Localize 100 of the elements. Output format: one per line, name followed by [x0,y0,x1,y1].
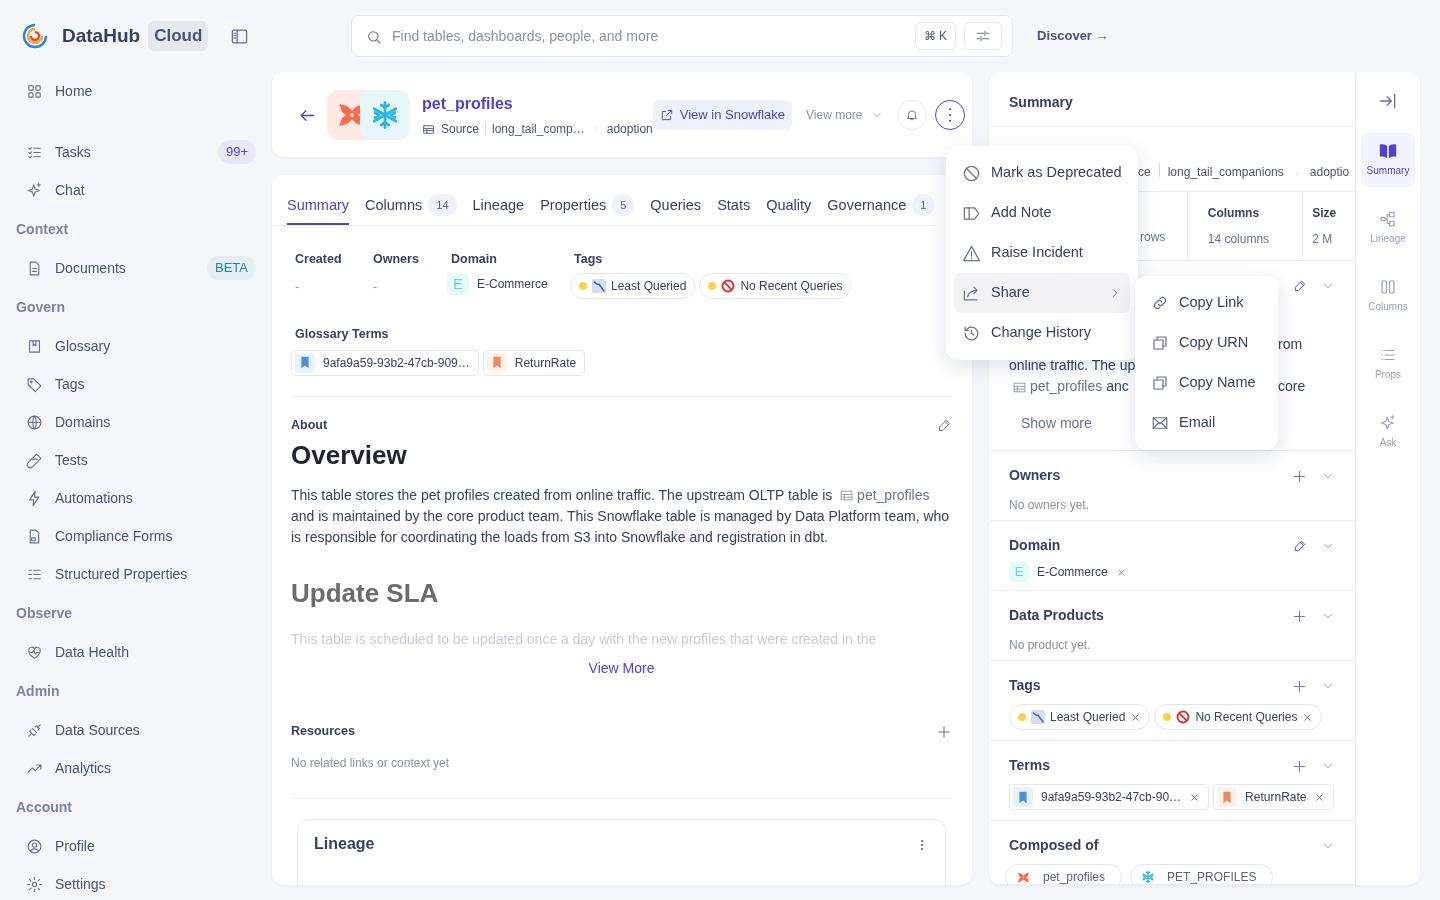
tab[interactable]: Properties 5 [540,187,635,225]
plug-icon [26,721,43,739]
table-link[interactable]: pet_profiles [1013,376,1107,397]
table-icon [840,490,854,502]
term-chip[interactable]: ReturnRate [1213,784,1335,810]
book-icon [1378,142,1398,161]
sidebar-item[interactable]: Glossary [16,327,256,365]
asset-name: PET_PROFILES [1167,869,1257,885]
domain-letter-icon: E [447,272,469,295]
field-label: Owners [373,251,420,268]
edition-badge: Cloud [148,21,209,51]
edit-icon[interactable] [1293,539,1307,554]
domain-name[interactable]: E-Commerce [1037,563,1108,581]
breadcrumb-link[interactable]: long_tail_comp… [492,119,585,138]
breadcrumb-link[interactable]: adoptio [1309,163,1350,181]
discover-link[interactable]: Discover → [1037,26,1109,46]
rail-tab[interactable]: Summary [1361,133,1415,188]
remove-icon[interactable] [1302,711,1314,723]
view-in-snowflake-button[interactable]: View in Snowflake [652,99,793,130]
tab[interactable]: Stats [717,187,751,225]
sidebar-item[interactable]: Tasks 99+ [16,133,256,171]
section-title: Data Products [1009,606,1104,625]
test-tube-icon [26,451,43,469]
stat-value: 2 M [1312,231,1334,248]
term-label: ReturnRate [1245,789,1307,806]
field-label: Tags [574,251,604,268]
menu-item[interactable]: Copy Name [1143,363,1270,403]
term-chip[interactable]: ReturnRate [482,349,586,376]
tab[interactable]: Quality [766,187,812,225]
field-label: Domain [451,251,498,268]
card-title: Lineage [314,833,375,854]
remove-icon[interactable] [1115,566,1127,578]
breadcrumb-link[interactable]: adoption [606,119,653,138]
term-chip[interactable]: 9afa9a59-93b2-47cb-90… [1009,784,1210,810]
copy-icon [1151,334,1169,352]
sidebar-item[interactable]: Settings [16,865,256,900]
edit-icon[interactable] [1293,279,1307,294]
bell-button[interactable] [896,99,927,130]
add-icon[interactable] [1292,678,1307,694]
entity-name[interactable]: pet_profiles [422,94,513,112]
sidebar-item[interactable]: Domains [16,403,256,441]
prohibited-icon [721,278,736,293]
menu-item[interactable]: Email [1143,403,1270,443]
sidebar-item[interactable]: Chat [16,171,256,209]
copy-icon [1151,374,1169,392]
menu-item[interactable]: Change History [954,313,1130,353]
sidebar-item[interactable]: Documents BETA [16,249,256,287]
mail-icon [1151,414,1169,432]
sidebar-section-label: Observe [16,603,74,623]
tag-dot [1163,713,1172,721]
sidebar-badge: BETA [207,256,256,280]
sidebar-item[interactable]: Data Health [16,633,256,671]
add-icon[interactable] [1292,608,1307,624]
sidebar-item[interactable]: Automations [16,479,256,517]
sidebar-item[interactable]: Structured Properties [16,555,256,593]
sidebar-item[interactable]: Tests [16,441,256,479]
prohibited-icon [1176,710,1191,724]
breadcrumb-link[interactable]: long_tail_companions [1167,163,1284,181]
sidebar-item[interactable]: Profile [16,827,256,865]
remove-icon[interactable] [1314,791,1326,803]
menu-item[interactable]: Copy URN [1143,323,1270,363]
sidebar-section-label: Account [16,797,73,817]
show-more-link[interactable]: Show more [1021,413,1092,434]
overview-heading: Overview [291,439,408,471]
tab[interactable]: Governance 1 [827,187,935,225]
sidebar-item[interactable]: Data Sources [16,711,256,749]
edit-icon[interactable] [937,418,952,434]
sidebar-item[interactable]: Home [16,72,256,110]
chart-down-icon [1031,710,1045,724]
update-sla-heading: Update SLA [291,577,440,609]
sidebar-section-label: Admin [16,681,61,701]
domain-name[interactable]: E-Commerce [477,274,548,293]
tab[interactable]: Columns 14 [365,187,457,225]
menu-item[interactable]: Share [954,273,1130,313]
add-icon[interactable] [1292,468,1307,484]
filter-button[interactable] [964,22,1002,50]
tag-label: No Recent Queries [740,277,843,295]
menu-item[interactable]: Copy Link [1143,283,1270,323]
add-icon[interactable] [1292,758,1307,774]
view-more-link[interactable]: View More [588,659,655,676]
search-field[interactable]: Find tables, dashboards, people, and more [390,24,907,48]
tab[interactable]: Summary [287,187,350,225]
more-button[interactable] [934,99,965,130]
tab[interactable]: Lineage [472,187,525,225]
search-bar[interactable]: Find tables, dashboards, people, and more ⌘ K [351,15,1013,57]
menu-item[interactable]: Mark as Deprecated [954,153,1130,193]
sliders-icon [975,28,991,44]
term-chip[interactable]: 9afa9a59-93b2-47cb-909… [291,349,479,376]
table-link[interactable]: pet_profiles [836,486,934,503]
remove-icon[interactable] [1189,791,1201,803]
remove-icon[interactable] [1130,711,1142,723]
sidebar-item[interactable]: Compliance Forms [16,517,256,555]
sidebar-item[interactable]: Tags [16,365,256,403]
section-label: Resources [291,723,355,740]
sidebar-item[interactable]: Analytics [16,749,256,787]
stat-value: rows [1140,229,1167,246]
tab[interactable]: Queries [650,187,702,225]
menu-item[interactable]: Raise Incident [954,233,1130,273]
menu-item[interactable]: Add Note [954,193,1130,233]
more-icon [947,107,952,122]
